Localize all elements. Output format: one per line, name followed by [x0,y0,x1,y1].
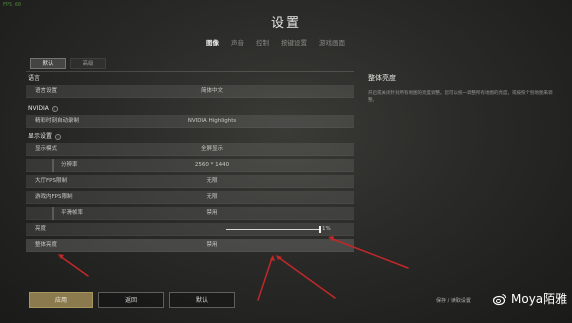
back-button[interactable]: 返回 [98,292,164,308]
settings-panel: 语言 语言设置 简体中文 NVIDIA i 精彩时刻自动录制 NVIDIA Hi… [26,73,354,255]
setting-row-ingame-fps[interactable]: 游戏内FPS限制 无限 [26,191,354,204]
subtab-advanced[interactable]: 高级 [70,58,106,69]
arrow-to-overall-value-1 [257,257,273,301]
info-icon[interactable]: i [55,134,62,140]
info-icon[interactable]: i [51,106,58,112]
setting-label: 游戏内FPS限制 [35,194,73,200]
slider-thumb[interactable] [319,226,322,233]
page-title: 设置 [270,16,301,31]
slider-fill [226,229,321,230]
apply-button[interactable]: 应用 [29,292,93,308]
indent-marker [52,207,54,220]
arrow-to-overall-value-2 [277,256,336,299]
top-tab-bar: 图像 声音 控制 按键设置 游戏画面 [206,37,345,47]
tab-control[interactable]: 控制 [256,37,269,47]
arrowhead [276,255,282,260]
fps-counter: FPS 60 [3,2,22,8]
setting-value[interactable]: NVIDIA Highlights [132,115,292,128]
indent-marker [52,159,54,172]
sub-tab-bar: 默认 高级 [30,58,106,69]
setting-row-resolution[interactable]: 分辨率 2560 * 1440 [26,159,354,172]
tab-keybind[interactable]: 按键设置 [281,37,307,47]
section-language-title: 语言 [28,75,41,82]
setting-value[interactable]: 全屏显示 [132,143,292,156]
setting-label: 亮度 [35,226,47,232]
side-panel-title: 整体亮度 [368,74,396,82]
subtab-divider [26,71,354,72]
tab-graphics[interactable]: 图像 [206,37,219,47]
arrowhead [270,255,275,261]
save-load-hint[interactable]: 保存 / 读取设置 [436,297,471,304]
tab-gameplay[interactable]: 游戏画面 [319,37,345,47]
setting-label: 大厅FPS限制 [35,178,67,184]
section-display-title: 显示设置 i [26,131,354,143]
setting-value[interactable]: 简体中文 [132,85,292,98]
weibo-logo-icon [493,293,506,305]
setting-label: 整体亮度 [35,242,58,248]
setting-value[interactable]: 禁用 [132,239,292,252]
setting-row-language[interactable]: 语言设置 简体中文 [26,85,354,98]
arrow-to-overall-label [59,255,89,277]
side-panel-description: 开启或关闭针对所有地图的亮度调整。您可以统一调整所有地图的亮度，或按照个别地图来… [368,91,553,103]
brightness-slider[interactable] [226,226,322,233]
setting-value[interactable]: 2560 * 1440 [132,159,292,172]
setting-label: 平滑帧率 [61,210,84,216]
watermark-text: Moya陌雅 [511,292,568,306]
setting-value[interactable]: 无限 [132,175,292,188]
reset-default-button[interactable]: 默认 [169,292,235,308]
setting-value[interactable]: 禁用 [132,207,292,220]
subtab-default[interactable]: 默认 [30,58,66,69]
tab-sound[interactable]: 声音 [231,37,244,47]
setting-label: 语言设置 [35,88,58,94]
setting-label: 分辨率 [61,162,78,168]
watermark: Moya陌雅 [493,290,567,307]
setting-value[interactable]: 无限 [132,191,292,204]
setting-label: 显示模式 [35,146,58,152]
setting-row-display-mode[interactable]: 显示模式 全屏显示 [26,143,354,156]
setting-row-highlights[interactable]: 精彩时刻自动录制 NVIDIA Highlights [26,115,354,128]
section-nvidia-title: NVIDIA i [26,103,354,115]
setting-row-brightness[interactable]: 亮度 1% [26,223,354,236]
setting-row-overall-brightness[interactable]: 整体亮度 禁用 [26,239,354,252]
setting-row-smooth-frame[interactable]: 平滑帧率 禁用 [26,207,354,220]
brightness-value: 1% [322,226,331,232]
setting-row-lobby-fps[interactable]: 大厅FPS限制 无限 [26,175,354,188]
setting-label: 精彩时刻自动录制 [35,118,80,124]
